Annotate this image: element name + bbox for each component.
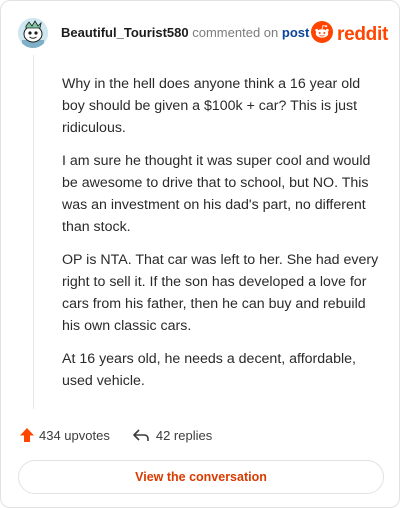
comment-paragraph: OP is NTA. That car was left to her. She… — [62, 252, 379, 334]
reddit-alien-icon — [311, 21, 333, 48]
thread-line — [33, 55, 34, 409]
comment-body: Why in the hell does anyone think a 16 y… — [62, 73, 380, 403]
reply-label: 42 replies — [155, 427, 213, 443]
comment-paragraph: At 16 years old, he needs a decent, affo… — [62, 351, 356, 389]
post-link[interactable]: post — [282, 25, 309, 40]
action-text: commented on — [192, 25, 279, 40]
username-link[interactable]: Beautiful_Tourist580 — [61, 25, 189, 40]
comment-footer: 434 upvotes 42 replies — [19, 427, 212, 443]
reply-count[interactable]: 42 replies — [132, 427, 212, 443]
reply-arrow-icon — [132, 427, 150, 443]
comment-header: Beautiful_Tourist580 commented on post — [61, 25, 309, 40]
comment-paragraph: Why in the hell does anyone think a 16 y… — [62, 76, 361, 136]
reddit-wordmark: reddit — [337, 23, 388, 45]
reddit-logo[interactable]: reddit — [311, 21, 388, 48]
upvote-count[interactable]: 434 upvotes — [19, 427, 110, 443]
comment-paragraph: I am sure he thought it was super cool a… — [62, 153, 371, 235]
snoo-avatar-icon[interactable] — [18, 18, 48, 48]
upvote-arrow-icon — [19, 427, 35, 443]
view-conversation-button[interactable]: View the conversation — [18, 460, 384, 494]
comment-card: Beautiful_Tourist580 commented on post r… — [0, 0, 400, 508]
upvote-label: 434 upvotes — [39, 427, 110, 443]
